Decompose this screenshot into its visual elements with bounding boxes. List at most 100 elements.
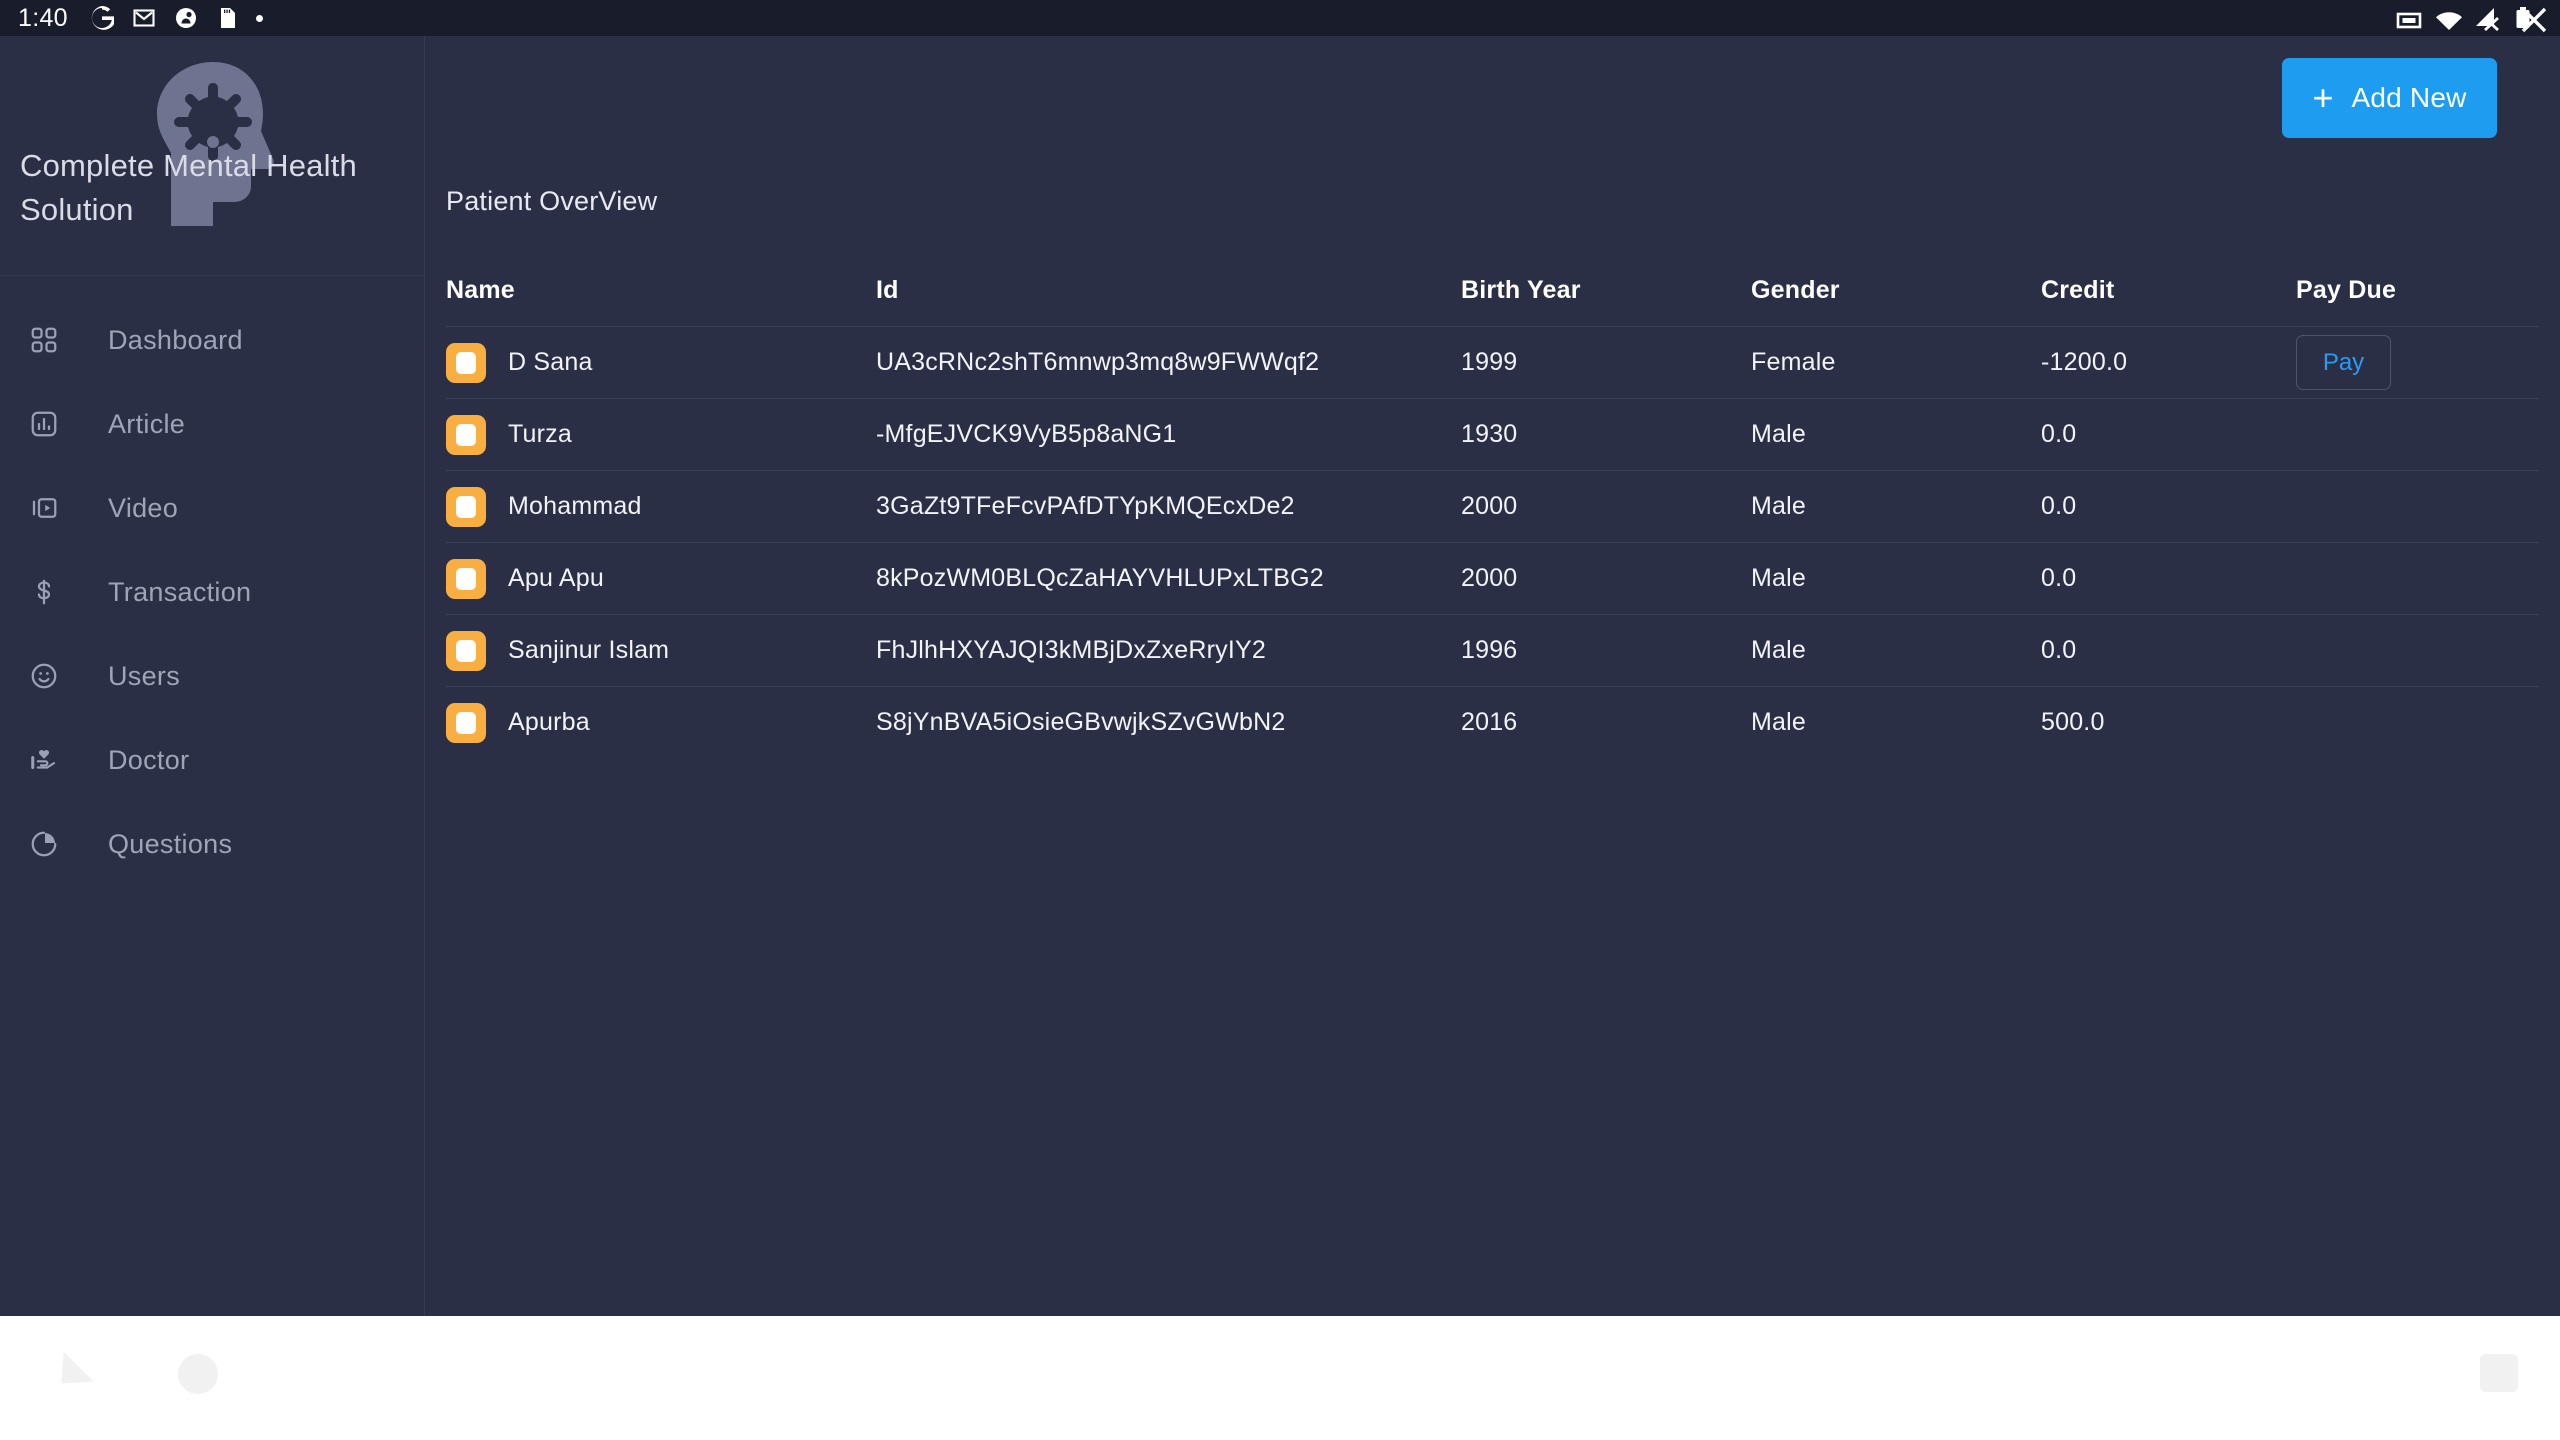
- add-new-button[interactable]: + Add New: [2282, 58, 2497, 138]
- cell-birth-year: 1999: [1461, 348, 1751, 377]
- status-bar-notification-icons: [90, 6, 263, 30]
- avatar: [446, 343, 486, 383]
- cell-name: D Sana: [508, 348, 593, 377]
- table-row[interactable]: Turza -MfgEJVCK9VyB5p8aNG1 1930 Male 0.0: [446, 398, 2539, 470]
- sidebar-item-transaction[interactable]: Transaction: [0, 550, 424, 634]
- more-notifications-dot-icon: [256, 15, 263, 22]
- pie-chart-icon: [22, 829, 66, 859]
- table-header-row: Name Id Birth Year Gender Credit Pay Due: [446, 254, 2539, 326]
- video-play-icon: [22, 493, 66, 523]
- screencast-icon: [2394, 6, 2424, 30]
- cell-gender: Male: [1751, 708, 2041, 737]
- column-header-gender: Gender: [1751, 276, 2041, 305]
- column-header-name: Name: [446, 276, 876, 305]
- sidebar-brand-title: Complete Mental Health Solution: [20, 144, 410, 232]
- column-header-credit: Credit: [2041, 276, 2296, 305]
- mobile-signal-off-icon: [2474, 5, 2504, 31]
- cell-id: 3GaZt9TFeFcvPAfDTYpKMQEcxDe2: [876, 492, 1461, 521]
- cell-id: 8kPozWM0BLQcZaHAYVHLUPxLTBG2: [876, 564, 1461, 593]
- android-status-bar: 1:40: [0, 0, 2560, 36]
- cell-name: Sanjinur Islam: [508, 636, 669, 665]
- cell-gender: Male: [1751, 636, 2041, 665]
- cell-id: S8jYnBVA5iOsieGBvwjkSZvGWbN2: [876, 708, 1461, 737]
- sidebar-item-article[interactable]: Article: [0, 382, 424, 466]
- user-face-icon: [22, 661, 66, 691]
- table-body: D Sana UA3cRNc2shT6mnwp3mq8w9FWWqf2 1999…: [446, 326, 2539, 758]
- sidebar-item-label: Article: [108, 409, 185, 440]
- wifi-icon: [2434, 6, 2464, 30]
- sidebar-nav: Dashboard Article: [0, 276, 424, 886]
- hand-heart-icon: [22, 745, 66, 775]
- plus-icon: +: [2312, 80, 2333, 116]
- sidebar-item-label: Video: [108, 493, 178, 524]
- avatar: [446, 487, 486, 527]
- recent-apps-icon[interactable]: [2480, 1354, 2518, 1392]
- sidebar-item-label: Dashboard: [108, 325, 243, 356]
- cell-credit: 0.0: [2041, 564, 2296, 593]
- pay-button[interactable]: Pay: [2296, 335, 2391, 390]
- cell-pay-due: Pay: [2296, 335, 2539, 390]
- dollar-sign-icon: [22, 577, 66, 607]
- cell-id: -MfgEJVCK9VyB5p8aNG1: [876, 420, 1461, 449]
- cell-name: Turza: [508, 420, 572, 449]
- avatar: [446, 631, 486, 671]
- android-navigation-bar: [0, 1316, 2560, 1440]
- cell-birth-year: 2000: [1461, 564, 1751, 593]
- contacts-icon: [174, 6, 198, 30]
- sidebar-item-dashboard[interactable]: Dashboard: [0, 298, 424, 382]
- sidebar-item-doctor[interactable]: Doctor: [0, 718, 424, 802]
- cell-credit: 500.0: [2041, 708, 2296, 737]
- avatar: [446, 415, 486, 455]
- status-bar-system-icons: [2394, 5, 2532, 31]
- cell-credit: -1200.0: [2041, 348, 2296, 377]
- cell-name: Mohammad: [508, 492, 642, 521]
- cell-credit: 0.0: [2041, 636, 2296, 665]
- table-row[interactable]: Mohammad 3GaZt9TFeFcvPAfDTYpKMQEcxDe2 20…: [446, 470, 2539, 542]
- main-content: + Add New Patient OverView Name Id Birth…: [425, 36, 2560, 1316]
- sdcard-icon: [216, 6, 238, 30]
- cell-credit: 0.0: [2041, 492, 2296, 521]
- close-icon[interactable]: [2516, 2, 2552, 38]
- google-icon: [90, 6, 114, 30]
- gmail-icon: [132, 6, 156, 30]
- page-title: Patient OverView: [446, 186, 657, 217]
- sidebar-item-video[interactable]: Video: [0, 466, 424, 550]
- cell-credit: 0.0: [2041, 420, 2296, 449]
- sidebar-item-label: Doctor: [108, 745, 189, 776]
- column-header-birth-year: Birth Year: [1461, 276, 1751, 305]
- avatar: [446, 703, 486, 743]
- column-header-pay-due: Pay Due: [2296, 276, 2539, 305]
- column-header-id: Id: [876, 276, 1461, 305]
- cell-gender: Male: [1751, 420, 2041, 449]
- grid-dashboard-icon: [22, 325, 66, 355]
- cell-birth-year: 2016: [1461, 708, 1751, 737]
- home-icon[interactable]: [178, 1354, 218, 1394]
- sidebar-item-label: Transaction: [108, 577, 251, 608]
- avatar: [446, 559, 486, 599]
- cell-name: Apurba: [508, 708, 590, 737]
- cell-birth-year: 2000: [1461, 492, 1751, 521]
- add-new-button-label: Add New: [2352, 82, 2467, 114]
- cell-id: FhJlhHXYAJQI3kMBjDxZxeRryIY2: [876, 636, 1461, 665]
- table-row[interactable]: D Sana UA3cRNc2shT6mnwp3mq8w9FWWqf2 1999…: [446, 326, 2539, 398]
- sidebar-item-users[interactable]: Users: [0, 634, 424, 718]
- sidebar-item-questions[interactable]: Questions: [0, 802, 424, 886]
- back-icon[interactable]: [47, 1352, 94, 1399]
- patient-table: Name Id Birth Year Gender Credit Pay Due…: [446, 254, 2539, 758]
- table-row[interactable]: Sanjinur Islam FhJlhHXYAJQI3kMBjDxZxeRry…: [446, 614, 2539, 686]
- bar-chart-box-icon: [22, 409, 66, 439]
- table-row[interactable]: Apurba S8jYnBVA5iOsieGBvwjkSZvGWbN2 2016…: [446, 686, 2539, 758]
- cell-gender: Male: [1751, 564, 2041, 593]
- cell-name: Apu Apu: [508, 564, 604, 593]
- sidebar-item-label: Questions: [108, 829, 232, 860]
- sidebar-brand: Complete Mental Health Solution: [0, 36, 424, 276]
- cell-gender: Male: [1751, 492, 2041, 521]
- status-bar-clock: 1:40: [18, 6, 68, 31]
- table-row[interactable]: Apu Apu 8kPozWM0BLQcZaHAYVHLUPxLTBG2 200…: [446, 542, 2539, 614]
- sidebar-item-label: Users: [108, 661, 180, 692]
- sidebar: Complete Mental Health Solution Dashboar…: [0, 36, 425, 1316]
- cell-gender: Female: [1751, 348, 2041, 377]
- cell-birth-year: 1930: [1461, 420, 1751, 449]
- app-root: 1:40: [0, 0, 2560, 1440]
- cell-id: UA3cRNc2shT6mnwp3mq8w9FWWqf2: [876, 348, 1461, 377]
